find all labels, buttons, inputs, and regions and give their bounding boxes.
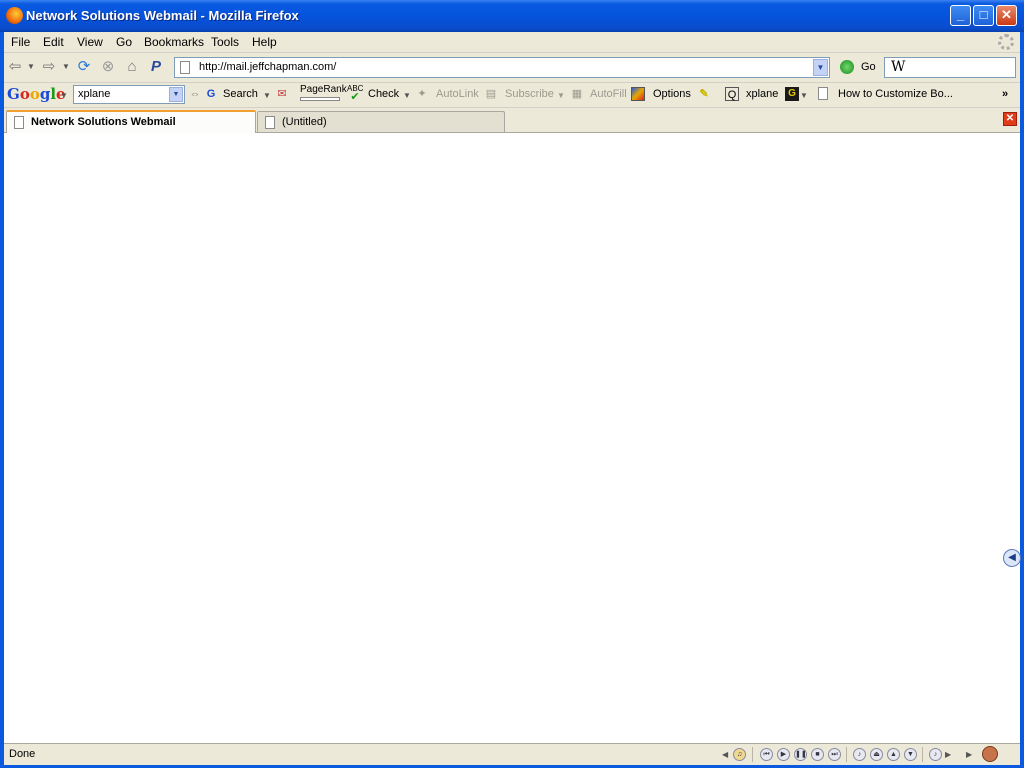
greasemonkey-icon[interactable] [982, 746, 998, 762]
menu-edit[interactable]: Edit [43, 35, 64, 49]
tab-untitled[interactable]: (Untitled) [257, 111, 505, 132]
close-tab-icon[interactable]: ✕ [1003, 112, 1017, 126]
window-frame-right [1020, 32, 1024, 768]
home-icon[interactable]: ⌂ [123, 59, 141, 75]
go-icon[interactable] [840, 60, 854, 74]
find-icon[interactable]: Q [725, 87, 739, 101]
status-right-arrow-icon[interactable]: ▶ [966, 750, 972, 759]
menu-view[interactable]: View [77, 35, 103, 49]
highlighter-icon[interactable]: ✎ [697, 87, 711, 101]
paypal-icon[interactable]: P [147, 59, 165, 75]
maximize-button[interactable]: □ [973, 5, 994, 26]
menu-file[interactable]: File [11, 35, 30, 49]
tab-label: Network Solutions Webmail [31, 116, 176, 128]
separator [752, 747, 753, 762]
check-mark-icon[interactable]: ✔ [348, 90, 362, 104]
google-search-icon[interactable]: G [204, 87, 218, 101]
go-button[interactable]: Go [861, 61, 876, 73]
tab-label: (Untitled) [282, 116, 327, 128]
volume-up-icon[interactable]: ▲ [887, 748, 900, 761]
check-button[interactable]: Check [368, 88, 399, 100]
menu-tools[interactable]: Tools [211, 35, 239, 49]
menu-bar: File Edit View Go Bookmarks Tools Help [4, 32, 1020, 53]
menu-go[interactable]: Go [116, 35, 132, 49]
media-player-icon[interactable]: ♫ [733, 748, 746, 761]
status-left-arrow-icon[interactable]: ◀ [722, 750, 728, 759]
back-icon[interactable]: ⇦ [6, 59, 24, 75]
speaker-icon[interactable]: ♪ [929, 748, 942, 761]
page-content[interactable] [4, 133, 1020, 743]
tab-bar: Network Solutions Webmail (Untitled) ✕ [4, 108, 1020, 133]
eject-icon[interactable]: ⏏ [870, 748, 883, 761]
volume-down-icon[interactable]: ▼ [904, 748, 917, 761]
pause-icon[interactable]: ❚❚ [794, 748, 807, 761]
stop-media-icon[interactable]: ■ [811, 748, 824, 761]
browser-window: Network Solutions Webmail - Mozilla Fire… [0, 0, 1024, 768]
tab-network-solutions-webmail[interactable]: Network Solutions Webmail [6, 110, 256, 133]
toolbar-overflow-chevron-icon[interactable]: » [1002, 88, 1008, 100]
google-search-button[interactable]: Search [223, 88, 258, 100]
stop-icon[interactable]: ⊗ [99, 59, 117, 75]
menu-bookmarks[interactable]: Bookmarks [144, 35, 204, 49]
xplane-search-term[interactable]: xplane [746, 88, 778, 100]
firefox-icon [6, 7, 23, 24]
navigation-toolbar: ⇦ ▼ ⇨ ▼ ⟳ ⊗ ⌂ P http://mail.jeffchapman.… [4, 53, 1020, 83]
resize-handle-icon[interactable]: ⇔ [188, 87, 202, 101]
g-button-icon[interactable]: G [785, 87, 799, 101]
subscribe-icon: ▤ [485, 88, 497, 100]
bookmark-page-icon [818, 87, 828, 100]
status-text: Done [9, 748, 36, 760]
tab-page-icon [265, 116, 275, 129]
google-toolbar: Google ▼ xplane ▼ ⇔ G Search ▼ ✉ PageRan… [4, 83, 1020, 108]
menu-help[interactable]: Help [252, 35, 277, 49]
speaker-dropdown-icon[interactable]: ▶ [945, 750, 951, 759]
options-button[interactable]: Options [653, 88, 691, 100]
throbber-icon [998, 34, 1014, 50]
autofill-button[interactable]: AutoFill [590, 88, 627, 100]
options-icon[interactable] [631, 87, 645, 101]
status-bar: Done ◀ ♫ ⏮ ▶ ❚❚ ■ ⏭ ♪ ⏏ ▲ ▼ ♪ ▶ ▶ [4, 743, 1020, 765]
google-menu-dropdown-icon[interactable]: ▼ [60, 91, 68, 100]
search-box[interactable]: W [884, 57, 1016, 78]
title-bar[interactable]: Network Solutions Webmail - Mozilla Fire… [0, 0, 1024, 32]
subscribe-button[interactable]: Subscribe [505, 88, 554, 100]
autolink-icon: ✦ [417, 88, 427, 100]
forward-dropdown-icon[interactable]: ▼ [62, 62, 70, 71]
google-logo[interactable]: Google [7, 85, 66, 103]
tab-page-icon [14, 116, 24, 129]
music-note-icon[interactable]: ♪ [853, 748, 866, 761]
back-dropdown-icon[interactable]: ▼ [27, 62, 35, 71]
g-button-dropdown-icon[interactable]: ▼ [800, 91, 808, 100]
url-bar[interactable]: http://mail.jeffchapman.com/ ▼ [174, 57, 830, 78]
separator [922, 747, 923, 762]
search-dropdown-icon[interactable]: ▼ [263, 91, 271, 100]
google-search-value[interactable]: xplane [78, 88, 110, 100]
check-dropdown-icon[interactable]: ▼ [403, 91, 411, 100]
sidebar-toggle-icon[interactable]: ◀ [1003, 549, 1021, 567]
close-window-button[interactable]: ✕ [996, 5, 1017, 26]
subscribe-dropdown-icon[interactable]: ▼ [557, 91, 565, 100]
url-dropdown-icon[interactable]: ▼ [813, 59, 828, 76]
pagerank-label: PageRank [300, 84, 347, 95]
wikipedia-icon[interactable]: W [891, 59, 905, 75]
next-track-icon[interactable]: ⏭ [828, 748, 841, 761]
play-icon[interactable]: ▶ [777, 748, 790, 761]
news-icon[interactable]: ✉ [275, 87, 289, 101]
forward-icon[interactable]: ⇨ [40, 59, 58, 75]
page-icon [180, 61, 190, 74]
previous-track-icon[interactable]: ⏮ [760, 748, 773, 761]
minimize-button[interactable]: _ [950, 5, 971, 26]
url-text[interactable]: http://mail.jeffchapman.com/ [199, 61, 336, 73]
google-search-dropdown-icon[interactable]: ▼ [169, 87, 183, 102]
autolink-button[interactable]: AutoLink [436, 88, 479, 100]
autofill-icon: ▦ [571, 88, 583, 100]
google-search-input[interactable]: xplane ▼ [73, 85, 185, 104]
separator [846, 747, 847, 762]
reload-icon[interactable]: ⟳ [75, 59, 93, 75]
pagerank-bar [300, 97, 340, 101]
bookmark-how-to-customize[interactable]: How to Customize Bo... [838, 88, 953, 100]
window-title: Network Solutions Webmail - Mozilla Fire… [26, 8, 299, 23]
